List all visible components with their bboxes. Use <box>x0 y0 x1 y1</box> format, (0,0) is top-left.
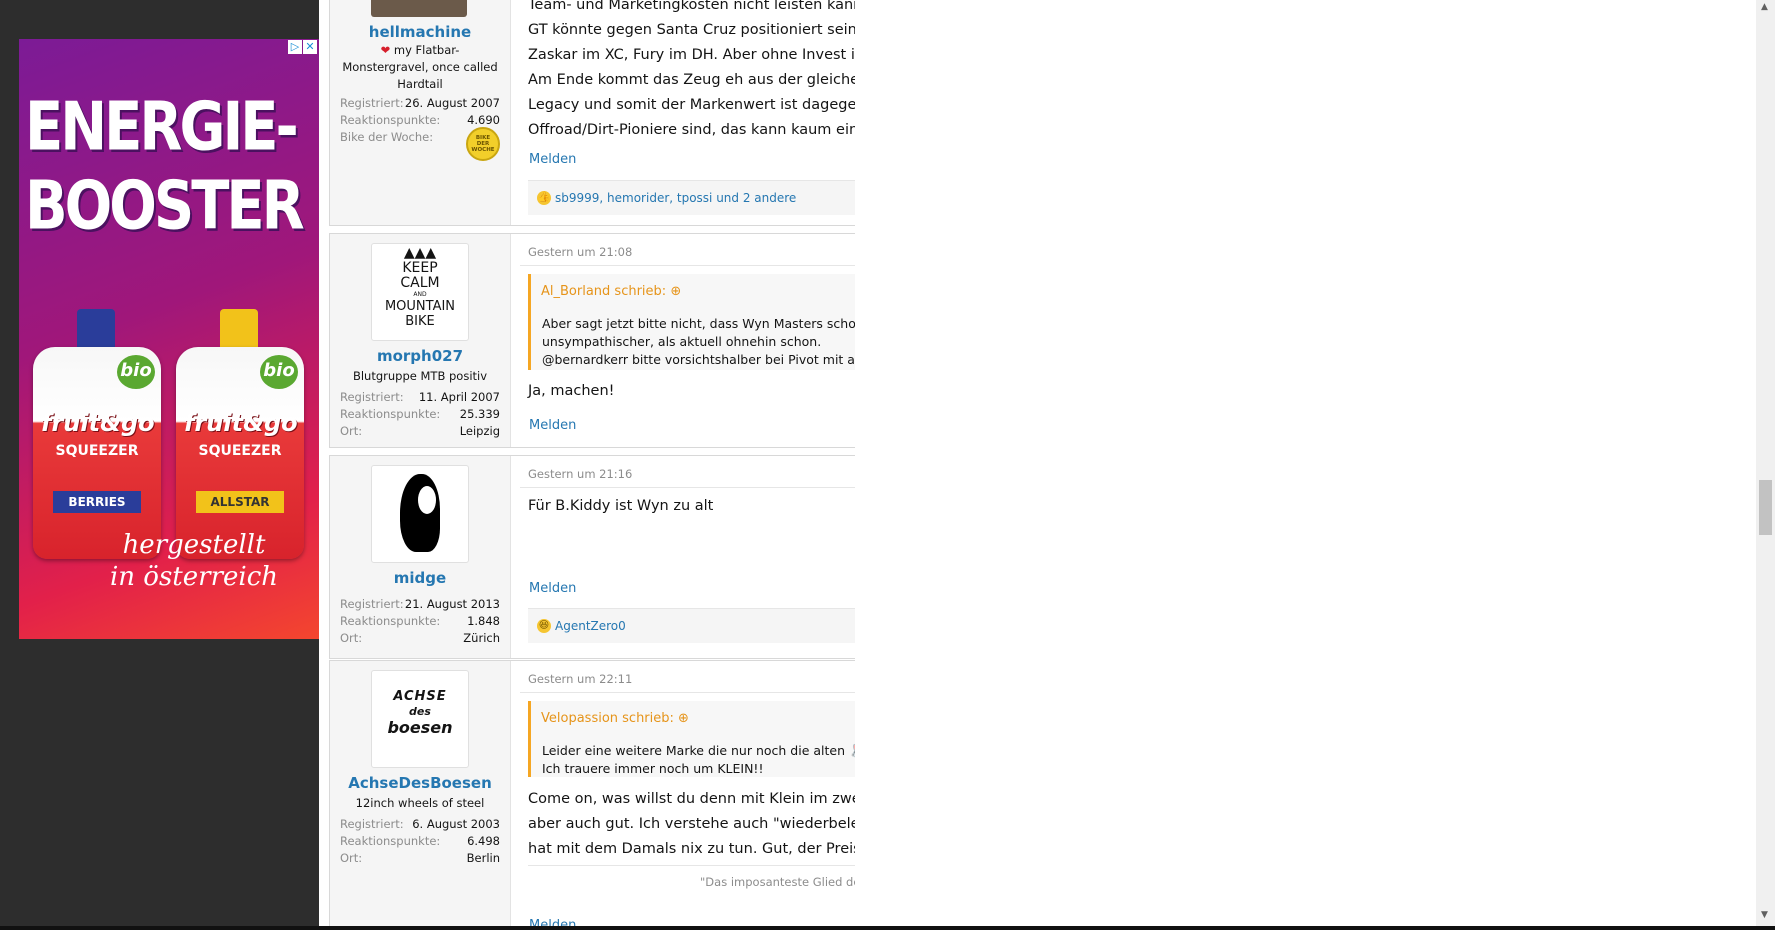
post-body: Ja, machen! <box>528 383 615 399</box>
user-registered: Registriert: 21. August 2013 <box>340 597 500 611</box>
ad-headline-line: BOOSTER <box>25 167 305 246</box>
pouch-subtitle: SQUEEZER <box>198 443 282 459</box>
pouch-brand: fruit&go <box>41 409 155 437</box>
user-location: Ort: Berlin <box>340 851 500 865</box>
report-link[interactable]: Melden <box>529 418 576 433</box>
pouch-variant: BERRIES <box>53 491 141 513</box>
thread-posts: hellmachine ❤ my Flatbar- Monstergravel,… <box>319 0 855 926</box>
user-title: 12inch wheels of steel <box>355 796 485 810</box>
user-info-pane: ▲▲▲ KEEP CALM AND MOUNTAIN BIKE morph027… <box>330 234 511 447</box>
reactions-list[interactable]: sb9999, hemorider, tpossi und 2 andere <box>555 191 796 205</box>
ad-controls[interactable]: ▷ ✕ <box>288 40 317 54</box>
user-bike-of-week: Bike der Woche: BIKE DER WOCHE <box>340 127 500 161</box>
post-content: Team- und Marketingkosten nicht leisten … <box>520 0 855 225</box>
quote-author[interactable]: Velopassion schrieb: ⊕ <box>541 711 689 726</box>
bike-of-week-badge-icon[interactable]: BIKE DER WOCHE <box>466 127 500 161</box>
report-link[interactable]: Melden <box>529 581 576 596</box>
avatar[interactable] <box>371 0 467 17</box>
product-pouch-berries: bio fruit&go SQUEEZER BERRIES <box>33 309 161 559</box>
user-reaction-points: Reaktionspunkte: 25.339 <box>340 407 500 421</box>
post-content: Gestern um 22:11 Velopassion schrieb: ⊕ … <box>520 661 855 926</box>
arrow-up-circle-icon[interactable]: ⊕ <box>678 711 689 726</box>
username[interactable]: hellmachine <box>330 23 510 41</box>
ad-headline: ENERGIE- BOOSTER <box>25 75 319 260</box>
post-date[interactable]: Gestern um 22:11 <box>528 672 632 686</box>
user-title: ❤ my Flatbar- Monstergravel, once called… <box>336 42 504 93</box>
user-info-pane: ACHSE des boesen AchseDesBoesen 12inch w… <box>330 661 511 926</box>
signature: "Das imposanteste Glied des de <box>700 875 855 889</box>
arrow-up-circle-icon[interactable]: ⊕ <box>670 284 681 299</box>
laugh-icon: 😆 <box>537 619 551 633</box>
user-title-line: my Flatbar- <box>393 43 460 57</box>
ad-tagline-line: in österreich <box>109 562 279 592</box>
adchoices-icon[interactable]: ▷ <box>288 40 302 54</box>
close-icon[interactable]: ✕ <box>303 40 317 54</box>
avatar[interactable] <box>371 465 469 563</box>
post-midge: midge Registriert: 21. August 2013 Reakti… <box>329 455 855 659</box>
report-link[interactable]: Melden <box>529 918 576 926</box>
user-reaction-points: Reaktionspunkte: 1.848 <box>340 614 500 628</box>
quote-block: Velopassion schrieb: ⊕ Leider eine weite… <box>528 701 855 777</box>
quote-text: Leider eine weitere Marke die nur noch d… <box>542 743 855 776</box>
post-morph027: ▲▲▲ KEEP CALM AND MOUNTAIN BIKE morph027… <box>329 233 855 448</box>
advertisement-banner[interactable]: ▷ ✕ ENERGIE- BOOSTER bio fruit&go SQUEEZ… <box>19 39 319 639</box>
ad-tagline: hergestellt in österreich <box>99 529 289 593</box>
user-title: Blutgruppe MTB positiv <box>352 369 488 383</box>
post-body: Team- und Marketingkosten nicht leisten … <box>528 0 855 138</box>
product-pouch-allstar: bio fruit&go SQUEEZER ALLSTAR <box>176 309 304 559</box>
post-hellmachine: hellmachine ❤ my Flatbar- Monstergravel,… <box>329 0 855 226</box>
post-date[interactable]: Gestern um 21:08 <box>528 245 632 259</box>
scroll-up-arrow-icon[interactable]: ▲ <box>1761 2 1768 12</box>
pouch-subtitle: SQUEEZER <box>55 443 139 459</box>
pouch-brand: fruit&go <box>184 409 298 437</box>
user-title-line: Hardtail <box>397 77 443 91</box>
quote-text: Aber sagt jetzt bitte nicht, dass Wyn Ma… <box>542 316 855 367</box>
user-title-line: Monstergravel, once called <box>342 60 498 74</box>
bottom-edge <box>0 926 1775 930</box>
mountain-icon: ▲▲▲ <box>403 245 437 261</box>
user-registered: Registriert: 11. April 2007 <box>340 390 500 404</box>
user-location: Ort: Zürich <box>340 631 500 645</box>
post-content: Gestern um 21:16 Für B.Kiddy ist Wyn zu … <box>520 456 855 658</box>
user-reaction-points: Reaktionspunkte: 4.690 <box>340 113 500 127</box>
reactions-list[interactable]: AgentZero0 <box>555 619 626 633</box>
heart-icon: ❤ <box>380 43 391 57</box>
post-body: Come on, was willst du denn mit Klein im… <box>528 791 855 857</box>
post-content: Gestern um 21:08 Al_Borland schrieb: ⊕ A… <box>520 234 855 447</box>
user-info-pane: hellmachine ❤ my Flatbar- Monstergravel,… <box>330 0 511 225</box>
user-registered: Registriert: 26. August 2007 <box>340 96 500 110</box>
quote-block: Al_Borland schrieb: ⊕ Aber sagt jetzt bi… <box>528 274 855 370</box>
bio-badge: bio <box>260 355 298 389</box>
reactions-bar[interactable]: 😆 AgentZero0 <box>528 608 855 643</box>
quote-author[interactable]: Al_Borland schrieb: ⊕ <box>541 284 681 299</box>
post-achsedesboesen: ACHSE des boesen AchseDesBoesen 12inch w… <box>329 660 855 926</box>
thumbs-up-icon: 👍 <box>537 191 551 205</box>
pouch-variant: ALLSTAR <box>196 491 284 513</box>
user-registered: Registriert: 6. August 2003 <box>340 817 500 831</box>
user-reaction-points: Reaktionspunkte: 6.498 <box>340 834 500 848</box>
bio-badge: bio <box>117 355 155 389</box>
reactions-bar[interactable]: 👍 sb9999, hemorider, tpossi und 2 andere <box>528 180 855 215</box>
page-scrollbar[interactable]: ▲ ▼ <box>1756 0 1775 926</box>
scrollbar-thumb[interactable] <box>1759 480 1772 535</box>
ad-tagline-line: hergestellt <box>122 530 266 560</box>
avatar[interactable]: ▲▲▲ KEEP CALM AND MOUNTAIN BIKE <box>371 243 469 341</box>
user-info-pane: midge Registriert: 21. August 2013 Reakti… <box>330 456 511 658</box>
username[interactable]: AchseDesBoesen <box>330 774 510 792</box>
post-body: Für B.Kiddy ist Wyn zu alt <box>528 498 714 514</box>
user-location: Ort: Leipzig <box>340 424 500 438</box>
post-date[interactable]: Gestern um 21:16 <box>528 467 632 481</box>
report-link[interactable]: Melden <box>529 152 576 167</box>
scroll-down-arrow-icon[interactable]: ▼ <box>1761 910 1768 920</box>
username[interactable]: morph027 <box>330 347 510 365</box>
avatar[interactable]: ACHSE des boesen <box>371 670 469 768</box>
username[interactable]: midge <box>330 569 510 587</box>
